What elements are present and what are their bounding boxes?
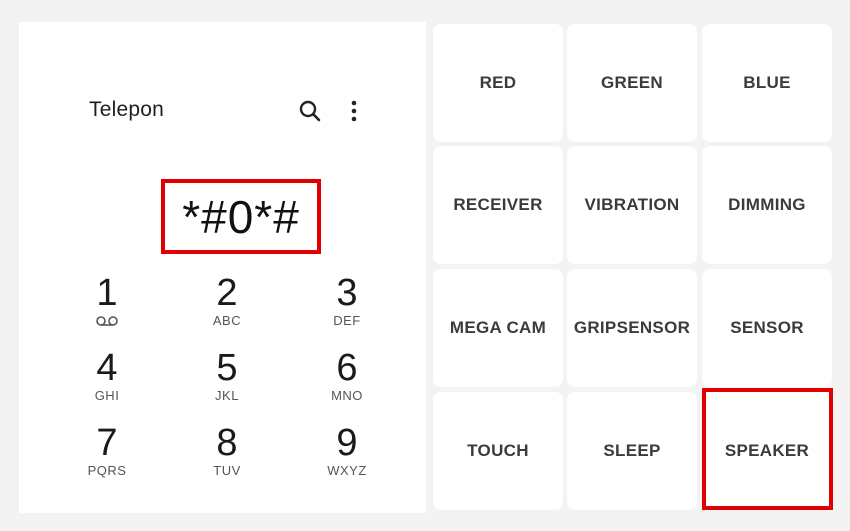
search-button[interactable] bbox=[295, 96, 325, 126]
voicemail-icon bbox=[67, 314, 147, 328]
key-2[interactable]: 2 ABC bbox=[187, 272, 267, 342]
key-4[interactable]: 4 GHI bbox=[67, 347, 147, 417]
key-digit: 3 bbox=[336, 272, 358, 314]
test-red-button[interactable]: RED bbox=[433, 24, 563, 142]
key-digit: 6 bbox=[336, 347, 358, 389]
key-digit: 9 bbox=[336, 422, 358, 464]
key-5[interactable]: 5 JKL bbox=[187, 347, 267, 417]
highlight-box-dial bbox=[161, 179, 321, 254]
test-blue-button[interactable]: BLUE bbox=[702, 24, 832, 142]
key-letters: TUV bbox=[213, 463, 241, 478]
key-9[interactable]: 9 WXYZ bbox=[307, 422, 387, 492]
key-1[interactable]: 1 bbox=[67, 272, 147, 342]
key-letters: PQRS bbox=[87, 463, 127, 478]
key-letters: DEF bbox=[333, 313, 361, 328]
test-sensor-button[interactable]: SENSOR bbox=[702, 269, 832, 387]
key-digit: 5 bbox=[216, 347, 238, 389]
key-digit: 7 bbox=[96, 422, 118, 464]
key-digit: 2 bbox=[216, 272, 238, 314]
test-receiver-button[interactable]: RECEIVER bbox=[433, 146, 563, 264]
key-letters: MNO bbox=[331, 388, 363, 403]
key-digit: 4 bbox=[96, 347, 118, 389]
app-title: Telepon bbox=[89, 98, 164, 121]
test-green-button[interactable]: GREEN bbox=[567, 24, 697, 142]
test-dimming-button[interactable]: DIMMING bbox=[702, 146, 832, 264]
test-touch-button[interactable]: TOUCH bbox=[433, 392, 563, 510]
key-3[interactable]: 3 DEF bbox=[307, 272, 387, 342]
key-6[interactable]: 6 MNO bbox=[307, 347, 387, 417]
key-digit: 8 bbox=[216, 422, 238, 464]
key-8[interactable]: 8 TUV bbox=[187, 422, 267, 492]
test-sleep-button[interactable]: SLEEP bbox=[567, 392, 697, 510]
search-icon bbox=[299, 100, 321, 122]
test-vibration-button[interactable]: VIBRATION bbox=[567, 146, 697, 264]
key-digit: 1 bbox=[96, 272, 118, 314]
test-gripsensor-button[interactable]: GRIPSENSOR bbox=[567, 269, 697, 387]
test-mega-cam-button[interactable]: MEGA CAM bbox=[433, 269, 563, 387]
key-letters: WXYZ bbox=[327, 463, 367, 478]
key-letters: ABC bbox=[212, 313, 242, 328]
key-letters: JKL bbox=[215, 388, 239, 403]
more-options-button[interactable] bbox=[339, 96, 369, 126]
highlight-box-speaker bbox=[702, 388, 833, 510]
key-letters: GHI bbox=[94, 388, 120, 403]
more-vert-icon bbox=[351, 100, 357, 122]
key-7[interactable]: 7 PQRS bbox=[67, 422, 147, 492]
dialer-panel: Telepon *#0*# 1 2 ABC 3 DEF 4 GHI 5 JKL … bbox=[19, 22, 426, 513]
